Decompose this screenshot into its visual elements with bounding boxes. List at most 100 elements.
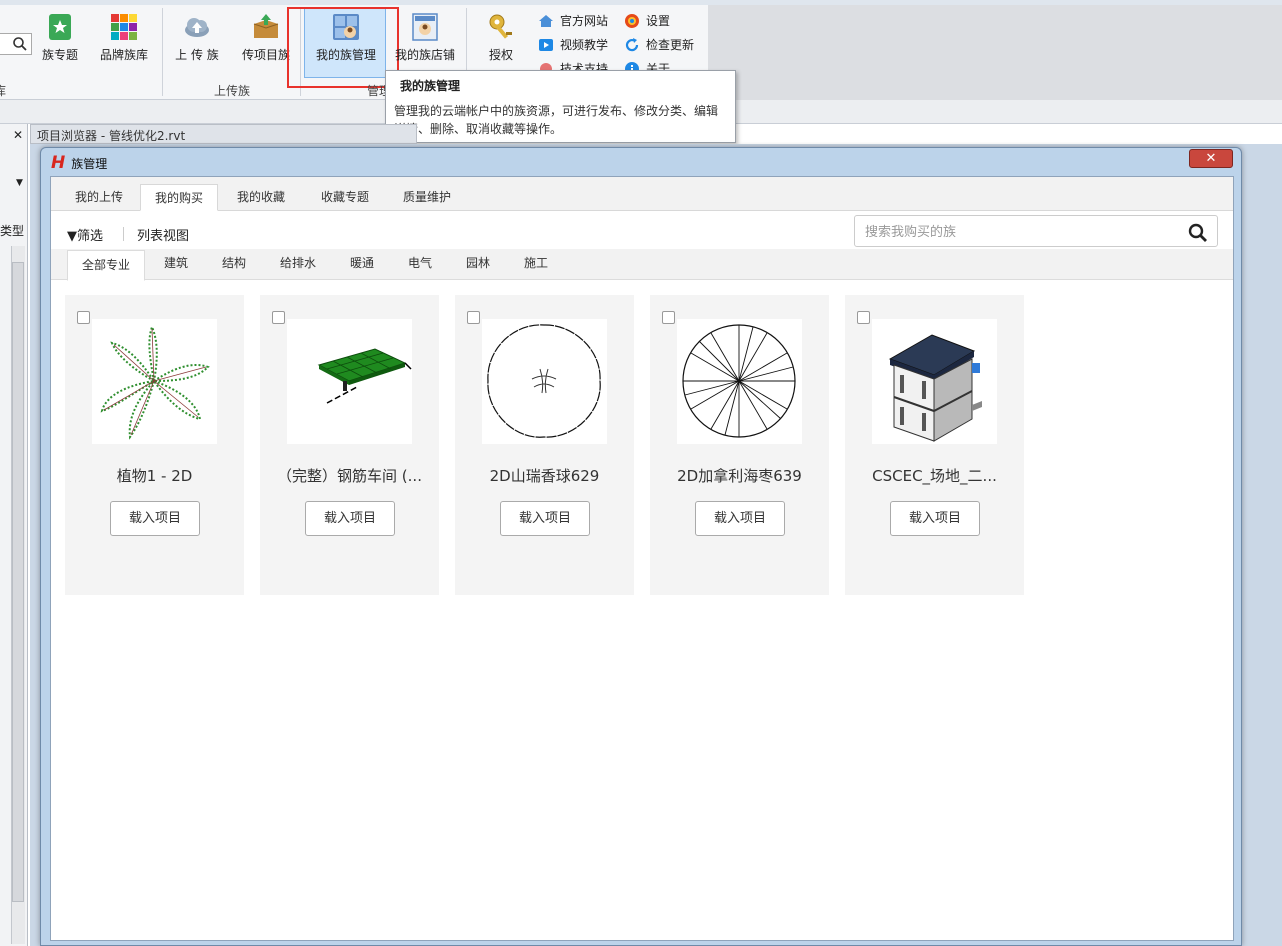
family-topic-button[interactable]: 族专题 [38, 12, 82, 63]
category-all[interactable]: 全部专业 [67, 250, 145, 281]
search-icon[interactable] [1188, 223, 1208, 243]
store-profile-icon [412, 13, 438, 41]
search-icon [13, 37, 27, 51]
filter-button[interactable]: ▼筛选 [67, 225, 103, 244]
box-upload-icon [253, 14, 279, 38]
filter-icon: ▼ [67, 229, 77, 244]
family-name: CSCEC_场地_二... [872, 467, 997, 485]
key-icon [489, 14, 512, 39]
plant-2d-image [100, 324, 210, 440]
my-family-store-button[interactable]: 我的族店铺 [393, 12, 457, 63]
group-label-library: 库 [0, 84, 7, 98]
ribbon-search-box[interactable] [0, 33, 32, 55]
shield-star-icon [49, 14, 71, 40]
family-card[interactable]: （完整）钢筋车间 (... 载入项目 [260, 295, 439, 595]
settings-link[interactable]: 设置 [624, 12, 670, 29]
settings-label: 设置 [646, 14, 671, 28]
tooltip-body: 管理我的云端帐户中的族资源，可进行发布、修改分类、编辑详情、删除、取消收藏等操作… [394, 104, 719, 136]
ribbon-empty-area [708, 5, 1282, 100]
load-into-project-button[interactable]: 载入项目 [305, 501, 395, 536]
category-hvac[interactable]: 暖通 [341, 249, 383, 280]
cloud-upload-icon [185, 18, 209, 37]
rebar-workshop-image [317, 348, 412, 404]
family-thumbnail [287, 319, 412, 444]
type-label: 类型 [0, 224, 25, 238]
category-landscape[interactable]: 园林 [457, 249, 499, 280]
dialog-titlebar: H 族管理 [51, 153, 107, 173]
category-structure[interactable]: 结构 [213, 249, 255, 280]
home-icon [539, 14, 553, 27]
dialog-title: 族管理 [71, 156, 108, 171]
family-name: （完整）钢筋车间 (... [277, 467, 422, 485]
main-tabs: 我的上传 我的购买 我的收藏 收藏专题 质量维护 [51, 177, 1233, 211]
load-into-project-button[interactable]: 载入项目 [695, 501, 785, 536]
video-icon [539, 38, 553, 51]
app-logo-icon: H [51, 153, 66, 173]
card-checkbox[interactable] [662, 311, 675, 324]
panel-scrollbar-thumb[interactable] [12, 262, 24, 902]
group-label-upload: 上传族 [214, 84, 251, 98]
official-site-link[interactable]: 官方网站 [538, 12, 608, 29]
family-topic-label: 族专题 [41, 48, 78, 62]
card-checkbox[interactable] [272, 311, 285, 324]
search-input[interactable] [865, 222, 1165, 242]
palm-2d-image [682, 324, 796, 438]
family-card[interactable]: 2D加拿利海枣639 载入项目 [650, 295, 829, 595]
family-card[interactable]: CSCEC_场地_二... 载入项目 [845, 295, 1024, 595]
tab-my-purchases[interactable]: 我的购买 [140, 184, 218, 211]
card-checkbox[interactable] [77, 311, 90, 324]
official-site-label: 官方网站 [560, 14, 609, 28]
family-thumbnail [92, 319, 217, 444]
refresh-icon [625, 37, 639, 51]
category-construction[interactable]: 施工 [515, 249, 557, 280]
check-update-label: 检查更新 [646, 38, 695, 52]
family-card[interactable]: 植物1 - 2D 载入项目 [65, 295, 244, 595]
list-view-button[interactable]: 列表视图 [137, 225, 189, 244]
tab-my-favorites[interactable]: 我的收藏 [223, 184, 299, 211]
card-checkbox[interactable] [857, 311, 870, 324]
my-family-store-label: 我的族店铺 [394, 48, 455, 62]
brand-library-button[interactable]: 品牌族库 [96, 12, 152, 63]
panel-dropdown-arrow[interactable]: ▼ [16, 178, 23, 188]
video-tutorial-link[interactable]: 视频教学 [538, 36, 608, 53]
tab-my-uploads[interactable]: 我的上传 [61, 184, 137, 211]
tab-quality-maintenance[interactable]: 质量维护 [389, 184, 465, 211]
category-architecture[interactable]: 建筑 [155, 249, 197, 280]
upload-family-label: 上 传 族 [175, 48, 219, 62]
authorize-button[interactable]: 授权 [480, 12, 522, 63]
load-into-project-button[interactable]: 载入项目 [110, 501, 200, 536]
shrub-ball-image [487, 324, 601, 438]
family-name: 2D山瑞香球629 [489, 467, 600, 485]
dialog-body: 我的上传 我的购买 我的收藏 收藏专题 质量维护 ▼筛选 列表视图 全部专业 建… [50, 176, 1234, 941]
tooltip-title: 我的族管理 [400, 79, 461, 93]
category-tabs: 全部专业 建筑 结构 给排水 暖通 电气 园林 施工 [51, 249, 1233, 281]
category-plumbing[interactable]: 给排水 [273, 249, 323, 280]
authorize-label: 授权 [488, 48, 513, 62]
tooltip: 我的族管理 管理我的云端帐户中的族资源，可进行发布、修改分类、编辑详情、删除、取… [385, 70, 736, 143]
panel-close-button[interactable]: ✕ [13, 128, 23, 142]
family-thumbnail [677, 319, 802, 444]
upload-family-button[interactable]: 上 传 族 [172, 12, 222, 63]
site-building-image [888, 334, 982, 442]
video-tutorial-label: 视频教学 [560, 38, 609, 52]
category-electrical[interactable]: 电气 [399, 249, 441, 280]
brand-grid-icon [111, 14, 137, 40]
ribbon-separator [162, 8, 163, 96]
dialog-close-button[interactable]: ✕ [1189, 149, 1233, 168]
family-name: 植物1 - 2D [116, 467, 193, 485]
settings-icon [625, 13, 639, 28]
family-card[interactable]: 2D山瑞香球629 载入项目 [455, 295, 634, 595]
check-update-link[interactable]: 检查更新 [624, 36, 694, 53]
family-thumbnail [872, 319, 997, 444]
load-into-project-button[interactable]: 载入项目 [500, 501, 590, 536]
family-thumbnail [482, 319, 607, 444]
upload-project-family-button[interactable]: 传项目族 [238, 12, 294, 63]
project-browser-tab[interactable]: 项目浏览器 - 管线优化2.rvt [30, 124, 417, 144]
tab-favorite-topics[interactable]: 收藏专题 [307, 184, 383, 211]
upload-project-family-label: 传项目族 [241, 48, 290, 62]
family-management-dialog: H 族管理 ✕ 我的上传 我的购买 我的收藏 收藏专题 质量维护 ▼筛选 列表视… [40, 147, 1242, 946]
load-into-project-button[interactable]: 载入项目 [890, 501, 980, 536]
selection-highlight-box [287, 7, 399, 88]
search-box [854, 215, 1218, 247]
card-checkbox[interactable] [467, 311, 480, 324]
